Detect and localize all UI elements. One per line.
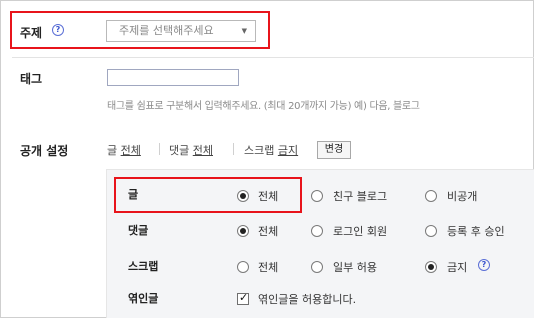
row-label-trackback: 엮인글 xyxy=(128,292,159,305)
summary-scrap: 스크랩 금지 xyxy=(244,142,298,158)
row-label-comment: 댓글 xyxy=(128,224,149,237)
trackback-checkbox[interactable]: ✓ xyxy=(237,291,249,305)
check-icon: ✓ xyxy=(239,291,249,304)
topic-select-value: 주제를 선택해주세요 xyxy=(119,24,214,37)
change-button[interactable]: 변경 xyxy=(317,141,351,159)
row-label-post: 글 xyxy=(128,188,139,201)
scrap-help-icon[interactable]: ? xyxy=(478,259,490,271)
option-label: 전체 xyxy=(258,261,279,274)
option-label: 친구 블로그 xyxy=(333,190,388,203)
tag-label: 태그 xyxy=(20,72,43,86)
summary-separator xyxy=(159,143,160,155)
visibility-label: 공개 설정 xyxy=(20,144,69,158)
option-label: 로그인 회원 xyxy=(333,225,388,238)
radio-post-friends[interactable] xyxy=(311,190,323,202)
radio-post-all[interactable] xyxy=(237,190,249,202)
summary-comment-value: 전체 xyxy=(192,144,213,157)
topic-select[interactable]: 주제를 선택해주세요 ▼ xyxy=(106,20,256,42)
option-label: 일부 허용 xyxy=(333,261,377,274)
topic-help-icon[interactable]: ? xyxy=(52,24,64,36)
option-label: 등록 후 승인 xyxy=(447,225,505,238)
summary-comment: 댓글 전체 xyxy=(169,142,213,158)
summary-post-value: 전체 xyxy=(120,144,141,157)
summary-scrap-name: 스크랩 xyxy=(244,144,275,157)
summary-scrap-value: 금지 xyxy=(277,144,299,157)
summary-separator xyxy=(233,143,234,155)
radio-post-private[interactable] xyxy=(425,190,437,202)
summary-post-name: 글 xyxy=(107,144,118,157)
trackback-checkbox-label: 엮인글을 허용합니다. xyxy=(258,293,357,306)
radio-scrap-deny[interactable] xyxy=(425,261,437,273)
chevron-down-icon: ▼ xyxy=(241,27,247,35)
summary-post: 글 전체 xyxy=(107,142,141,158)
radio-scrap-partial[interactable] xyxy=(311,261,323,273)
divider xyxy=(12,57,534,58)
option-label: 금지 xyxy=(447,261,468,274)
radio-comment-approval[interactable] xyxy=(425,225,437,237)
tag-input[interactable] xyxy=(107,69,239,86)
option-label: 전체 xyxy=(258,190,279,203)
topic-label: 주제 xyxy=(20,26,43,40)
summary-comment-name: 댓글 xyxy=(169,144,190,157)
tag-hint: 태그를 쉼표로 구분해서 입력해주세요. (최대 20개까지 가능) 예) 다음… xyxy=(107,101,420,112)
option-label: 전체 xyxy=(258,225,279,238)
radio-scrap-all[interactable] xyxy=(237,261,249,273)
radio-comment-members[interactable] xyxy=(311,225,323,237)
radio-comment-all[interactable] xyxy=(237,225,249,237)
option-label: 비공개 xyxy=(447,190,478,203)
row-label-scrap: 스크랩 xyxy=(128,260,159,273)
